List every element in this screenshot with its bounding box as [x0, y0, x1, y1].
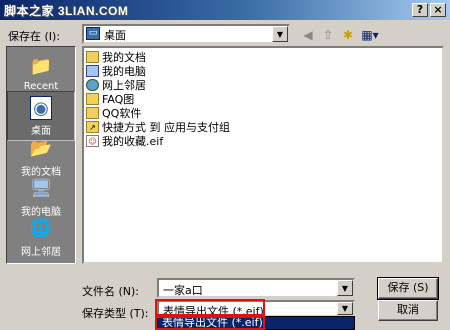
save-in-label: 保存在 (I): — [8, 30, 61, 43]
desktop-icon: ▭ — [86, 27, 100, 40]
save-button[interactable]: 保存 (S) — [377, 277, 439, 300]
title-bar: 脚本之家 3LIAN.COM ? × — [0, 0, 450, 20]
list-item[interactable]: ☺ 我的收藏.eif — [86, 134, 163, 148]
back-icon[interactable]: ◀ — [300, 27, 316, 43]
eif-file-icon: ☺ — [86, 135, 99, 147]
cancel-button[interactable]: 取消 — [378, 300, 438, 321]
list-item[interactable]: 我的电脑 — [86, 64, 146, 78]
folder-icon — [86, 93, 99, 105]
place-label: 网上邻居 — [21, 247, 61, 258]
network-icon: 🌐 — [29, 218, 53, 239]
list-item[interactable]: QQ软件 — [86, 106, 141, 120]
documents-folder-icon — [86, 51, 99, 63]
save-in-value: 桌面 — [104, 29, 126, 42]
places-bar: 📁 Recent ◉ 桌面 📂 我的文档 🖥 我的电脑 🌐 网上邻居 — [6, 46, 76, 264]
list-item[interactable]: FAQ图 — [86, 92, 134, 106]
file-name: 我的收藏.eif — [102, 135, 164, 148]
shortcut-folder-icon: ↗ — [86, 121, 99, 133]
window-title: 脚本之家 3LIAN.COM — [4, 4, 129, 18]
desktop-icon: ◉ — [30, 96, 52, 120]
folder-icon — [86, 107, 99, 119]
chevron-down-icon[interactable]: ▼ — [272, 26, 288, 42]
close-button[interactable]: × — [430, 3, 446, 17]
up-folder-icon[interactable]: ⇧ — [320, 27, 336, 43]
filetype-label: 保存类型 (T): — [82, 307, 149, 320]
computer-icon: 🖥 — [29, 178, 53, 199]
save-in-combo[interactable]: ▭ 桌面 ▼ — [82, 24, 290, 44]
filename-label: 文件名 (N): — [82, 285, 140, 298]
chevron-down-icon[interactable]: ▼ — [337, 302, 353, 315]
annotation-box — [155, 314, 265, 330]
file-list[interactable]: 我的文档 我的电脑 网上邻居 FAQ图 QQ软件 ↗ 快捷方式 到 应用与支付组… — [82, 46, 444, 264]
list-item[interactable]: ↗ 快捷方式 到 应用与支付组 — [86, 120, 230, 134]
folder-clock-icon: 📁 — [29, 56, 53, 77]
documents-icon: 📂 — [29, 138, 53, 159]
chevron-down-icon[interactable]: ▼ — [337, 280, 353, 296]
computer-icon — [86, 65, 99, 77]
filename-field[interactable]: 一家a口 ▼ — [157, 278, 355, 298]
network-icon — [86, 79, 99, 91]
list-item[interactable]: 我的文档 — [86, 50, 146, 64]
place-network[interactable]: 🌐 网上邻居 — [7, 213, 75, 263]
list-item[interactable]: 网上邻居 — [86, 78, 146, 92]
view-menu-icon[interactable]: ▦▾ — [360, 27, 380, 43]
help-button[interactable]: ? — [412, 3, 428, 17]
new-folder-icon[interactable]: ✱ — [340, 27, 356, 43]
filename-value: 一家a口 — [163, 284, 203, 297]
